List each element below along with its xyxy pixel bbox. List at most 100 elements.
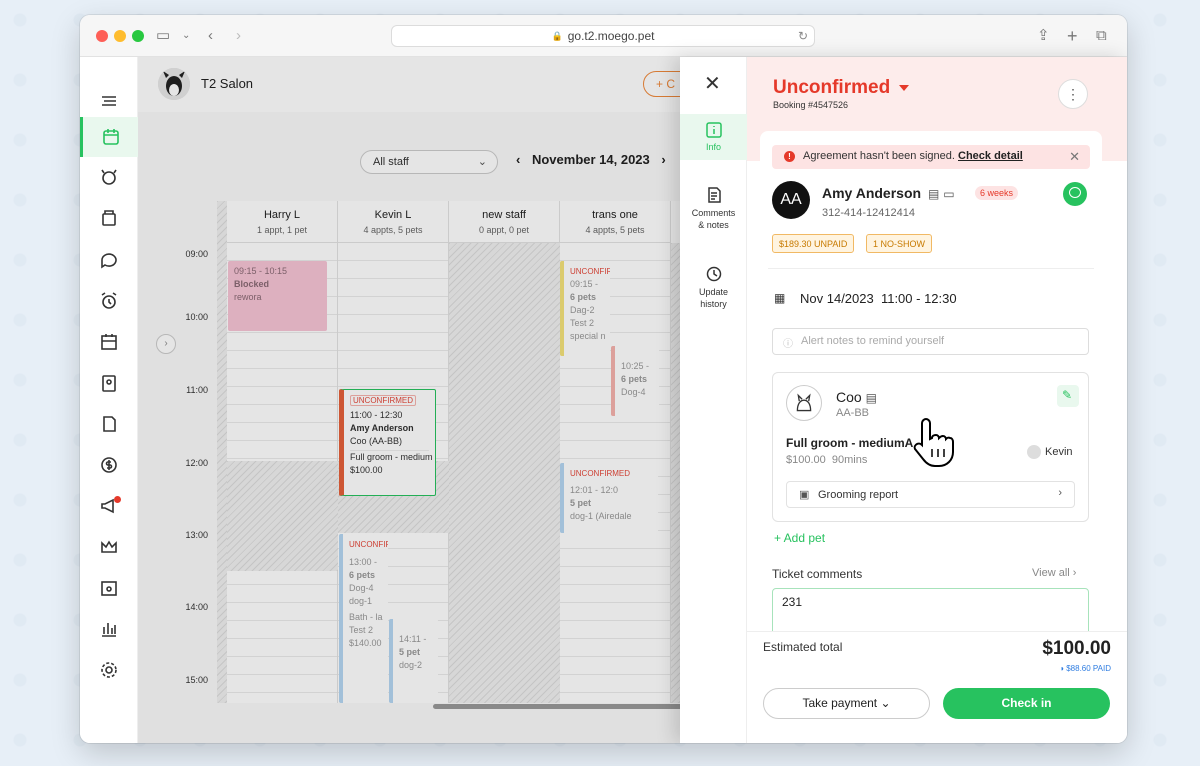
note-icon[interactable]: ▤ [928,187,939,201]
browser-window: ▭ ⌄ ‹ › 🔒 go.t2.moego.pet ↻ ⇪ + ⧉ T2 Sal… [80,15,1127,743]
report-icon: ▣ [799,489,810,501]
note-icon[interactable]: ▤ [866,391,877,405]
appointment-detail-panel: ✕ Info Comments & notes Update history U… [680,57,1127,743]
grooming-report-button[interactable]: ▣ Grooming report › [786,481,1075,508]
service-price-line: $100.00 90mins [786,454,867,466]
chevron-down-icon: ⌄ [880,696,891,710]
pet-avatar [786,385,822,421]
tab-comments-notes[interactable]: Comments & notes [680,186,747,236]
edit-pet-button[interactable]: ✎ [1057,385,1079,407]
menu-icon[interactable] [80,81,138,121]
pet-nav-icon[interactable] [80,157,138,197]
view-all-link[interactable]: View all › [1032,567,1076,579]
settings-nav-icon[interactable] [80,650,138,690]
maximize-window-button[interactable] [132,30,144,42]
pet-name[interactable]: Coo ▤ [836,389,877,405]
url-text: go.t2.moego.pet [567,29,655,43]
no-show-badge: 1 NO-SHOW [866,234,933,253]
minimize-window-button[interactable] [114,30,126,42]
clipboard-nav-icon[interactable] [80,363,138,403]
service-price: $100.00 [786,454,826,466]
add-pet-button[interactable]: + Add pet [774,531,825,545]
message-button[interactable] [1063,182,1087,206]
card-icon[interactable]: ▭ [943,187,954,201]
chevron-down-icon[interactable]: ⌄ [182,27,190,45]
tab-info[interactable]: Info [680,114,747,160]
customer-name[interactable]: Amy Anderson ▤ ▭ [822,185,955,201]
message-nav-icon[interactable] [80,240,138,280]
status-dropdown[interactable]: Unconfirmed [773,77,910,99]
unpaid-badge: $189.30 UNPAID [772,234,855,253]
staff-name: Kevin [1045,445,1073,458]
reload-icon[interactable]: ↻ [798,29,808,43]
store-nav-icon[interactable] [80,198,138,238]
chevron-right-icon: › [1072,567,1077,579]
history-icon [706,266,721,282]
calendar-icon: ▦ [774,291,786,305]
check-in-button[interactable]: Check in [943,688,1110,719]
estimated-total-value: $100.00 [1042,638,1111,659]
tabs-overview-icon[interactable]: ⧉ [1096,27,1107,45]
agreement-alert: ! Agreement hasn't been signed. Check de… [772,145,1090,169]
error-icon: ! [784,151,795,162]
chevron-right-icon: › [1058,487,1062,499]
frequency-badge: 6 weeks [975,186,1019,200]
close-window-button[interactable] [96,30,108,42]
forward-icon[interactable]: › [236,27,241,45]
edit-icon: ✎ [1062,388,1073,402]
notes-icon [707,187,721,203]
take-payment-label: Take payment [802,696,878,710]
report-nav-icon[interactable] [80,609,138,649]
close-icon[interactable]: ✕ [704,74,721,94]
tab-label: Comments & notes [691,208,736,230]
ticket-comments-label: Ticket comments [772,567,863,581]
assigned-staff: Kevin [1027,445,1073,459]
tab-label: Info [705,142,721,152]
schedule-nav-icon[interactable] [80,322,138,362]
alert-text: Agreement hasn't been signed. [803,150,955,162]
alarm-nav-icon[interactable] [80,281,138,321]
grooming-report-label: Grooming report [818,489,899,501]
document-nav-icon[interactable] [80,404,138,444]
service-duration: 90mins [831,454,868,466]
panel-main: Unconfirmed Booking #4547526 ⋮ ! Agreeme… [747,57,1127,743]
calendar-nav-icon[interactable] [80,117,138,157]
browser-titlebar: ▭ ⌄ ‹ › 🔒 go.t2.moego.pet ↻ ⇪ + ⧉ [80,15,1127,57]
service-name: Full groom - mediumA [786,436,914,450]
check-detail-link[interactable]: Check detail [958,150,1023,162]
paid-text: $88.60 PAID [1066,664,1111,673]
customer-avatar[interactable]: AA [772,181,810,219]
status-label: Unconfirmed [773,77,891,98]
customer-name-text: Amy Anderson [822,185,922,201]
alert-notes-input[interactable]: ⓘ Alert notes to remind yourself [772,328,1089,355]
more-options-button[interactable]: ⋮ [1058,79,1088,109]
alert-notes-placeholder: Alert notes to remind yourself [801,335,945,347]
tab-update-history[interactable]: Update history [680,265,747,315]
dollar-nav-icon[interactable] [80,445,138,485]
pet-breed: AA-BB [836,407,870,419]
lock-icon: 🔒 [551,30,563,41]
staff-avatar [1027,445,1041,459]
appointment-datetime[interactable]: Nov 14/2023 11:00 - 12:30 [800,291,957,306]
hand-cursor-icon [912,415,960,472]
chat-icon [1069,187,1081,198]
pet-name-text: Coo [836,389,862,405]
crown-nav-icon[interactable] [80,527,138,567]
sidebar-toggle-icon[interactable]: ▭ [156,27,170,45]
customer-phone: 312-414-12412414 [822,207,915,219]
booking-nav-icon[interactable] [80,568,138,608]
paid-amount: ◑ $88.60 PAID [1059,664,1111,673]
new-tab-icon[interactable]: + [1067,27,1078,45]
back-icon[interactable]: ‹ [208,27,213,45]
left-nav [80,57,138,743]
take-payment-button[interactable]: Take payment ⌄ [763,688,930,719]
megaphone-nav-icon[interactable] [80,486,138,526]
url-bar[interactable]: 🔒 go.t2.moego.pet ↻ [391,25,815,47]
panel-footer: Estimated total $100.00 ◑ $88.60 PAID Ta… [747,631,1127,743]
estimated-total-label: Estimated total [763,640,843,654]
share-icon[interactable]: ⇪ [1037,27,1050,45]
view-all-text: View all [1032,567,1070,579]
cat-icon [796,393,812,412]
tab-label: Update history [698,287,729,309]
close-icon[interactable]: ✕ [1069,149,1080,165]
